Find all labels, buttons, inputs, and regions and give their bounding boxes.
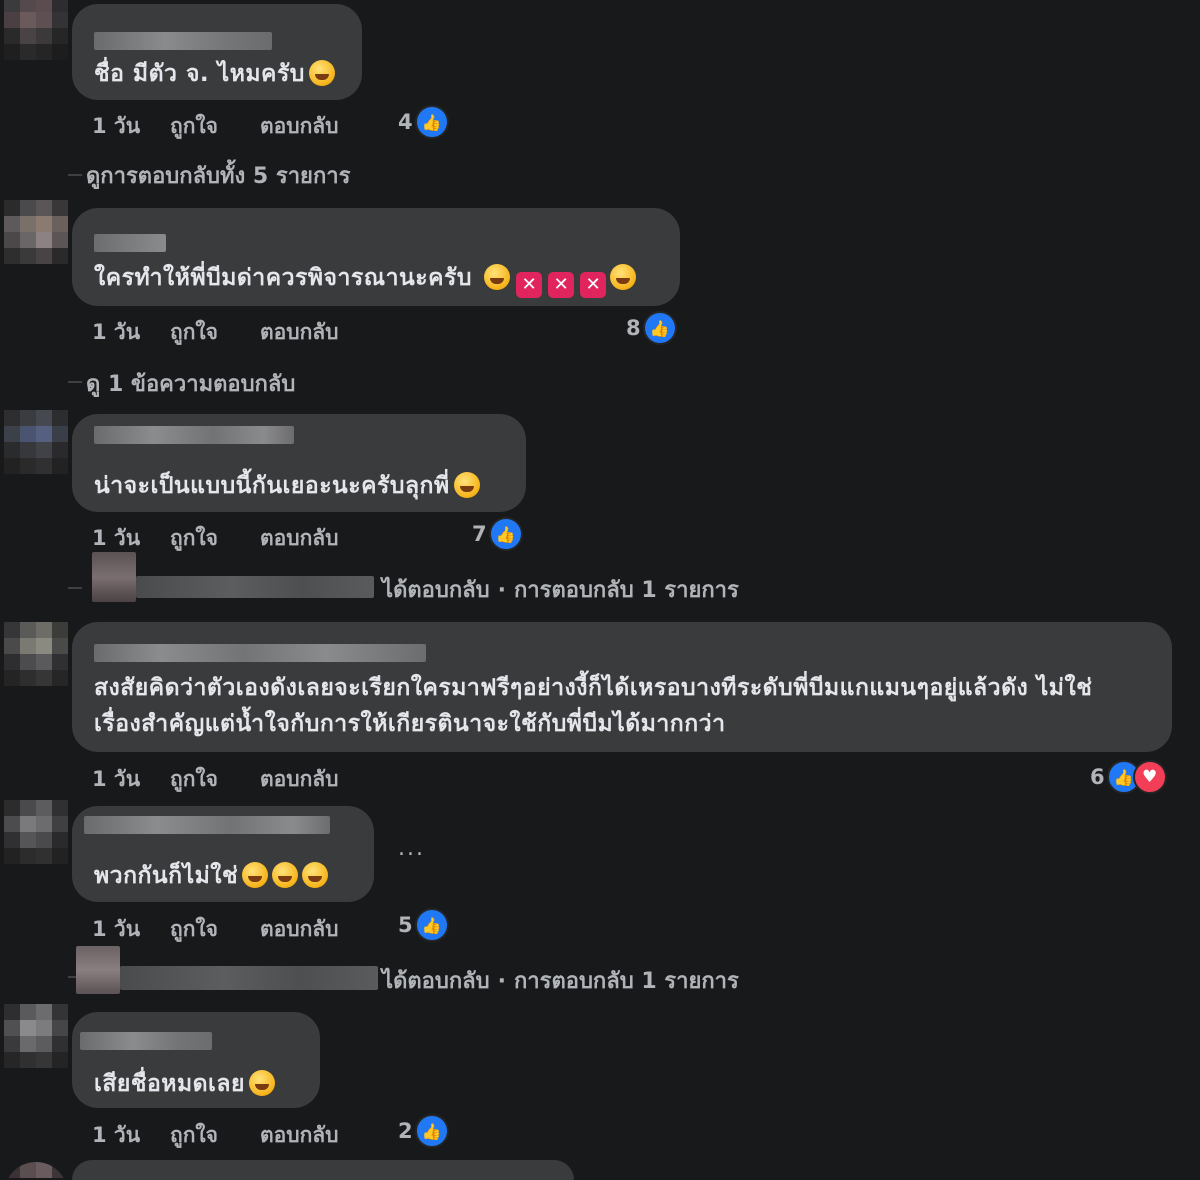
- view-replies-link[interactable]: ดูการตอบกลับทั้ง 5 รายการ: [86, 158, 350, 193]
- cross-mark-icon: ✕: [580, 272, 607, 298]
- like-reaction-icon: 👍: [414, 105, 449, 139]
- grin-sweat-emoji-icon: [272, 862, 299, 888]
- reaction-summary[interactable]: 2 👍: [398, 1114, 449, 1148]
- reply-count-label: การตอบกลับ 1 รายการ: [513, 578, 739, 603]
- reaction-count: 6: [1090, 765, 1105, 789]
- grin-sweat-emoji-icon: [242, 862, 269, 888]
- author-name[interactable]: [94, 426, 294, 444]
- replied-label: ได้ตอบกลับ: [382, 969, 490, 994]
- comment-text-content: ใครทำให้พี่บีมด่าควรพิจารณานะครับ: [94, 265, 472, 291]
- avatar[interactable]: [4, 410, 68, 474]
- reply-author-name[interactable]: [136, 576, 374, 598]
- reply-author-avatar-blur[interactable]: [92, 552, 136, 602]
- reply-button[interactable]: ตอบกลับ: [260, 316, 339, 349]
- reply-summary[interactable]: ได้ตอบกลับ · การตอบกลับ 1 รายการ: [382, 963, 739, 998]
- grin-sweat-emoji-icon: [302, 862, 329, 888]
- comment-bubble: ใครทำให้พี่บีมด่าควรพิจารณานะครับ ✕ ✕ ✕: [72, 208, 680, 306]
- comment-bubble: น่าจะเป็นแบบนี้กันเยอะนะครับลุกพี่: [72, 414, 526, 512]
- love-reaction-icon: ♥: [1132, 760, 1167, 794]
- rofl-emoji-icon: [249, 1070, 275, 1096]
- reply-connector: [68, 174, 82, 176]
- reply-button[interactable]: ตอบกลับ: [260, 522, 339, 555]
- like-button[interactable]: ถูกใจ: [170, 763, 218, 796]
- like-reaction-icon: 👍: [414, 1114, 449, 1148]
- grin-sweat-emoji-icon: [308, 60, 335, 86]
- comment-text-content: พวกกันก็ไม่ใช่: [94, 863, 239, 889]
- like-reaction-icon: 👍: [642, 311, 677, 345]
- author-name[interactable]: [94, 234, 166, 252]
- view-replies-link[interactable]: ดู 1 ข้อความตอบกลับ: [86, 366, 295, 401]
- timestamp[interactable]: 1 วัน: [92, 110, 140, 143]
- comment-text-content: สงสัยคิดว่าตัวเองดังเลยจะเรียกใครมาฟรีๆอ…: [94, 675, 1093, 737]
- comment-thread: ชื่อ มีตัว จ. ไหมครับ 1 วัน ถูกใจ ตอบกลั…: [0, 0, 1200, 1180]
- comment-bubble: สงสัยคิดว่าตัวเองดังเลยจะเรียกใครมาฟรีๆอ…: [72, 622, 1172, 752]
- comment-text: สงสัยคิดว่าตัวเองดังเลยจะเรียกใครมาฟรีๆอ…: [94, 670, 1134, 742]
- like-reaction-icon: 👍: [488, 517, 523, 551]
- timestamp[interactable]: 1 วัน: [92, 913, 140, 946]
- like-button[interactable]: ถูกใจ: [170, 316, 218, 349]
- avatar[interactable]: [4, 622, 68, 686]
- comment-text: ใครทำให้พี่บีมด่าควรพิจารณานะครับ ✕ ✕ ✕: [94, 260, 637, 298]
- separator: ·: [497, 578, 506, 603]
- like-button[interactable]: ถูกใจ: [170, 522, 218, 555]
- author-name[interactable]: [94, 32, 272, 50]
- cross-mark-icon: ✕: [548, 272, 575, 298]
- avatar[interactable]: [4, 1162, 68, 1180]
- comment-text: เสียชื่อหมดเลย: [94, 1066, 275, 1102]
- timestamp[interactable]: 1 วัน: [92, 316, 140, 349]
- comment-text-content: ชื่อ มีตัว จ. ไหมครับ: [94, 61, 305, 87]
- avatar[interactable]: [4, 800, 68, 864]
- like-button[interactable]: ถูกใจ: [170, 1119, 218, 1152]
- reply-count-label: การตอบกลับ 1 รายการ: [513, 969, 739, 994]
- reply-author-name[interactable]: [120, 966, 378, 990]
- author-name[interactable]: [94, 644, 426, 662]
- more-options-button[interactable]: ...: [398, 836, 425, 861]
- reply-button[interactable]: ตอบกลับ: [260, 763, 339, 796]
- reply-connector: [68, 587, 82, 589]
- cross-mark-icon: ✕: [516, 272, 543, 298]
- reaction-summary[interactable]: 7 👍: [472, 517, 523, 551]
- comment-text: น่าจะเป็นแบบนี้กันเยอะนะครับลุกพี่: [94, 468, 480, 504]
- reaction-summary[interactable]: 6 👍 ♥: [1090, 760, 1167, 794]
- reply-summary[interactable]: ได้ตอบกลับ · การตอบกลับ 1 รายการ: [382, 572, 739, 607]
- reaction-count: 7: [472, 522, 487, 546]
- comment-bubble: [72, 1160, 574, 1180]
- avatar[interactable]: [4, 1004, 68, 1068]
- reaction-count: 5: [398, 913, 413, 937]
- reaction-count: 4: [398, 110, 413, 134]
- comment-text: ชื่อ มีตัว จ. ไหมครับ: [94, 56, 335, 92]
- comment-bubble: พวกกันก็ไม่ใช่: [72, 806, 374, 902]
- comment-bubble: ชื่อ มีตัว จ. ไหมครับ: [72, 4, 362, 100]
- like-reaction-icon: 👍: [414, 908, 449, 942]
- grin-emoji-icon: [484, 264, 511, 290]
- like-button[interactable]: ถูกใจ: [170, 110, 218, 143]
- reply-button[interactable]: ตอบกลับ: [260, 110, 339, 143]
- comment-text: พวกกันก็ไม่ใช่: [94, 858, 329, 894]
- laugh-emoji-icon: [610, 264, 637, 290]
- reaction-count: 8: [626, 316, 641, 340]
- timestamp[interactable]: 1 วัน: [92, 522, 140, 555]
- rofl-emoji-icon: [453, 472, 480, 498]
- reaction-summary[interactable]: 4 👍: [398, 105, 449, 139]
- author-name[interactable]: [80, 1032, 212, 1050]
- reply-author-avatar-blur[interactable]: [76, 946, 120, 994]
- reply-button[interactable]: ตอบกลับ: [260, 1119, 339, 1152]
- reaction-count: 2: [398, 1119, 413, 1143]
- avatar[interactable]: [4, 0, 68, 60]
- reply-connector: [68, 381, 82, 383]
- comment-bubble: เสียชื่อหมดเลย: [72, 1012, 320, 1108]
- like-button[interactable]: ถูกใจ: [170, 913, 218, 946]
- replied-label: ได้ตอบกลับ: [382, 578, 490, 603]
- comment-text-content: น่าจะเป็นแบบนี้กันเยอะนะครับลุกพี่: [94, 473, 450, 499]
- reaction-summary[interactable]: 5 👍: [398, 908, 449, 942]
- reaction-summary[interactable]: 8 👍: [626, 311, 677, 345]
- timestamp[interactable]: 1 วัน: [92, 1119, 140, 1152]
- author-name[interactable]: [84, 816, 330, 834]
- avatar[interactable]: [4, 200, 68, 264]
- reply-button[interactable]: ตอบกลับ: [260, 913, 339, 946]
- comment-text-content: เสียชื่อหมดเลย: [94, 1071, 245, 1097]
- timestamp[interactable]: 1 วัน: [92, 763, 140, 796]
- separator: ·: [497, 969, 506, 994]
